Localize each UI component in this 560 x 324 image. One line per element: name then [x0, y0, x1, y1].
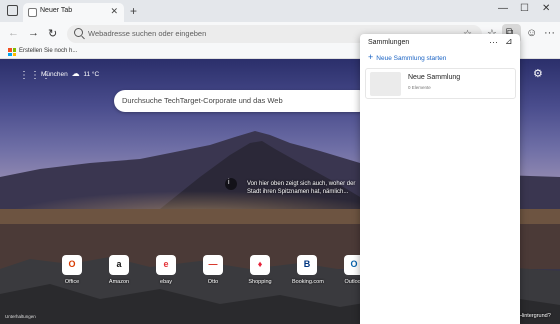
microsoft-logo-icon — [8, 48, 16, 56]
web-search-box[interactable]: Durchsuche TechTarget-Corporate und das … — [114, 90, 370, 112]
new-tab-button[interactable]: + — [130, 4, 137, 18]
more-options-icon[interactable]: ··· — [489, 37, 498, 47]
background-feedback-link[interactable]: Hintergrund? — [519, 313, 551, 319]
quick-link-label: Office — [64, 279, 80, 285]
quick-link-ebay[interactable]: e ebay — [151, 255, 181, 285]
tab-close-icon[interactable]: ✕ — [110, 6, 118, 17]
image-info-icon[interactable]: i — [225, 178, 237, 190]
page-settings-gear-icon[interactable]: ⚙ — [533, 67, 543, 80]
quick-link-booking[interactable]: B Booking.com — [292, 255, 324, 285]
quick-link-office[interactable]: O Office — [57, 255, 87, 285]
collections-panel-title: Sammlungen — [368, 39, 410, 46]
quick-link-label: Shopping — [248, 279, 272, 285]
quick-link-otto[interactable]: — Otto — [198, 255, 228, 285]
image-caption: Von hier oben zeigt sich auch, woher der… — [247, 181, 356, 195]
collections-panel: Sammlungen ··· ⊿ + Neue Sammlung starten … — [360, 34, 520, 324]
new-collection-label: Neue Sammlung starten — [376, 55, 447, 62]
profile-icon[interactable]: ☺ — [526, 27, 537, 39]
search-placeholder: Durchsuche TechTarget-Corporate und das … — [122, 96, 283, 105]
tab-new-tab[interactable]: Neuer Tab ✕ — [23, 3, 124, 22]
collection-name: Neue Sammlung — [408, 74, 461, 81]
quick-link-label: ebay — [160, 279, 172, 285]
tab-actions-icon[interactable] — [7, 5, 18, 16]
back-button[interactable]: ← — [8, 27, 19, 39]
search-icon — [74, 28, 83, 37]
forward-button[interactable]: → — [28, 27, 39, 39]
office-icon: O — [62, 255, 82, 275]
reload-button[interactable]: ↻ — [48, 27, 57, 40]
collection-thumbnail — [370, 72, 401, 96]
settings-more-icon[interactable]: ··· — [544, 27, 555, 39]
quick-link-shopping[interactable]: ♦ Shopping — [245, 255, 275, 285]
quick-links: O Office a Amazon e ebay — Otto ♦ Shoppi… — [57, 255, 377, 295]
shopping-icon: ♦ — [250, 255, 270, 275]
weather-city: München — [41, 71, 68, 78]
cloud-icon: ☁ — [71, 69, 80, 78]
booking-icon: B — [297, 255, 317, 275]
quick-link-label: Booking.com — [292, 279, 324, 285]
collection-card[interactable]: Neue Sammlung 0 Elemente — [365, 68, 516, 99]
quick-link-amazon[interactable]: a Amazon — [104, 255, 134, 285]
plus-icon: + — [368, 52, 374, 62]
tab-strip: Neuer Tab ✕ + — ☐ ✕ — [0, 0, 560, 22]
otto-icon: — — [203, 255, 223, 275]
info-glyph: i — [228, 179, 230, 186]
ebay-icon: e — [156, 255, 176, 275]
favorites-bar-link[interactable]: Erstellen Sie noch h... — [19, 48, 77, 54]
maximize-button[interactable]: ☐ — [520, 3, 529, 14]
window-close-button[interactable]: ✕ — [542, 3, 550, 14]
address-placeholder: Webadresse suchen oder eingeben — [88, 29, 207, 38]
minimize-button[interactable]: — — [498, 3, 508, 14]
quick-link-label: Otto — [207, 279, 219, 285]
quick-link-label: Amazon — [108, 279, 130, 285]
pin-panel-icon[interactable]: ⊿ — [505, 36, 513, 47]
footer-left-link[interactable]: Unterhaltungen — [5, 314, 36, 319]
new-tab-favicon-icon — [28, 8, 37, 17]
amazon-icon: a — [109, 255, 129, 275]
weather-temperature: 11 °C — [83, 71, 100, 78]
new-collection-button[interactable]: + Neue Sammlung starten — [368, 52, 446, 62]
tab-title: Neuer Tab — [40, 7, 73, 14]
collection-item-count: 0 Elemente — [408, 85, 431, 90]
weather-widget[interactable]: München ☁ 11 °C — [41, 69, 99, 78]
